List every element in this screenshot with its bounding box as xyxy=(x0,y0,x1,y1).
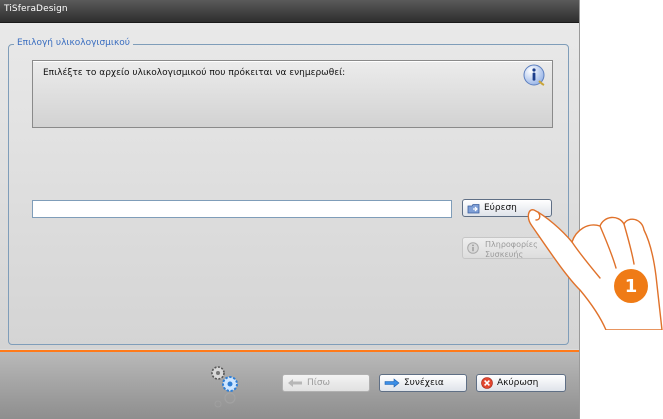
info-icon xyxy=(523,64,545,86)
browse-folder-icon xyxy=(467,203,480,214)
cancel-button[interactable]: Ακύρωση xyxy=(476,374,566,392)
back-label: Πίσω xyxy=(307,378,331,388)
next-label: Συνέχεια xyxy=(404,378,444,388)
step-callout-badge: 1 xyxy=(614,269,648,303)
next-arrow-icon xyxy=(384,378,400,388)
cancel-label: Ακύρωση xyxy=(497,378,539,388)
gears-icon xyxy=(211,366,238,408)
info-small-icon xyxy=(467,242,479,256)
window-title: TiSferaDesign xyxy=(4,4,68,14)
back-arrow-icon xyxy=(287,378,303,388)
prompt-panel: Επιλέξτε το αρχείο υλικολογισμικού που π… xyxy=(32,60,553,128)
group-legend: Επιλογή υλικολογισμικού xyxy=(14,38,133,48)
title-bar: TiSferaDesign xyxy=(0,0,579,23)
firmware-path-input[interactable] xyxy=(32,200,452,218)
app-window: TiSferaDesign Επιλογή υλικολογισμικού Επ… xyxy=(0,0,580,419)
prompt-text: Επιλέξτε το αρχείο υλικολογισμικού που π… xyxy=(43,68,346,78)
next-button[interactable]: Συνέχεια xyxy=(379,374,467,392)
pointing-hand xyxy=(527,209,663,330)
cancel-icon xyxy=(481,377,493,389)
back-button[interactable]: Πίσω xyxy=(282,374,370,392)
